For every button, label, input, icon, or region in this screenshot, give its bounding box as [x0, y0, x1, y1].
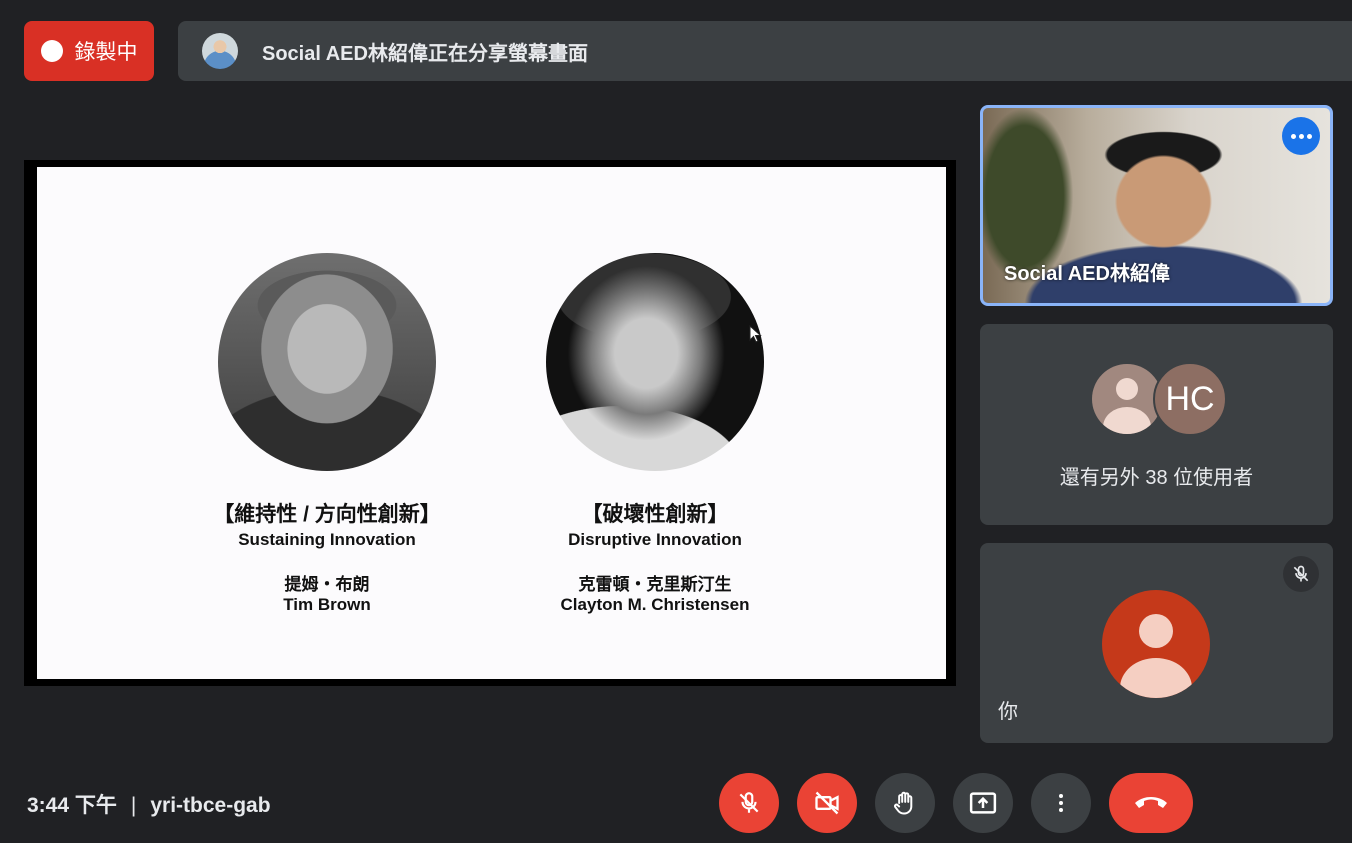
- self-label: 你: [998, 701, 1018, 723]
- present-screen-icon: [969, 792, 997, 814]
- slide-left-title-cn: 【維持性 / 方向性創新】: [213, 503, 441, 526]
- more-horiz-icon-dot: [1306, 133, 1312, 139]
- camera-off-icon: [815, 791, 839, 815]
- participant-tile-others[interactable]: [980, 324, 1333, 525]
- slide-right-name-cn: 克雷頓・克里斯汀生: [578, 575, 732, 594]
- participant-avatar-initials: HC: [1153, 362, 1227, 436]
- presenting-banner-text: Social AED林紹偉正在分享螢幕畫面: [262, 42, 588, 65]
- slide-left-name-cn: 提姆・布朗: [284, 575, 370, 594]
- slide-right-name-en: Clayton M. Christensen: [560, 595, 750, 614]
- slide-left-name-en: Tim Brown: [283, 595, 371, 614]
- more-horiz-icon: [1290, 133, 1296, 139]
- more-horiz-icon-dot: [1298, 133, 1304, 139]
- tim-brown-portrait: [218, 253, 436, 471]
- other-participants-count: 還有另外 38 位使用者: [1059, 467, 1254, 489]
- raise-hand-icon: [894, 791, 913, 815]
- recording-indicator[interactable]: 錄製中: [24, 21, 154, 81]
- recording-label: 錄製中: [74, 41, 138, 64]
- slide-left-title-en: Sustaining Innovation: [238, 530, 416, 549]
- mic-toggle-button[interactable]: [719, 773, 779, 833]
- raise-hand-button[interactable]: [875, 773, 935, 833]
- christensen-portrait: [546, 253, 764, 471]
- slide-right-title-cn: 【破壞性創新】: [581, 503, 729, 526]
- current-time: 3:44 下午: [27, 794, 117, 817]
- record-dot-icon: [40, 40, 63, 62]
- self-mic-off-icon: [1283, 556, 1319, 592]
- presenting-banner: Social AED林紹偉正在分享螢幕畫面: [178, 21, 1352, 81]
- mouse-cursor-icon: [749, 325, 763, 343]
- participant-name: Social AED林紹偉: [1004, 263, 1170, 285]
- camera-toggle-button[interactable]: [797, 773, 857, 833]
- hangup-icon: [1135, 797, 1167, 808]
- presenter-avatar: [202, 33, 238, 69]
- slide-right-title-en: Disruptive Innovation: [568, 530, 742, 549]
- more-vert-icon: [1059, 794, 1063, 812]
- meeting-info: 3:44 下午 | yri-tbce-gab: [27, 789, 271, 819]
- divider: |: [130, 794, 137, 817]
- meeting-code: yri-tbce-gab: [150, 794, 271, 817]
- mic-off-icon: [739, 792, 759, 813]
- self-avatar-icon: [1102, 590, 1210, 698]
- presentation-slide: [37, 167, 946, 679]
- present-now-button[interactable]: [953, 773, 1013, 833]
- more-options-button[interactable]: [1031, 773, 1091, 833]
- person-avatar-icon: [1092, 364, 1162, 434]
- tile-options-button[interactable]: [1282, 117, 1320, 155]
- leave-call-button[interactable]: [1109, 773, 1193, 833]
